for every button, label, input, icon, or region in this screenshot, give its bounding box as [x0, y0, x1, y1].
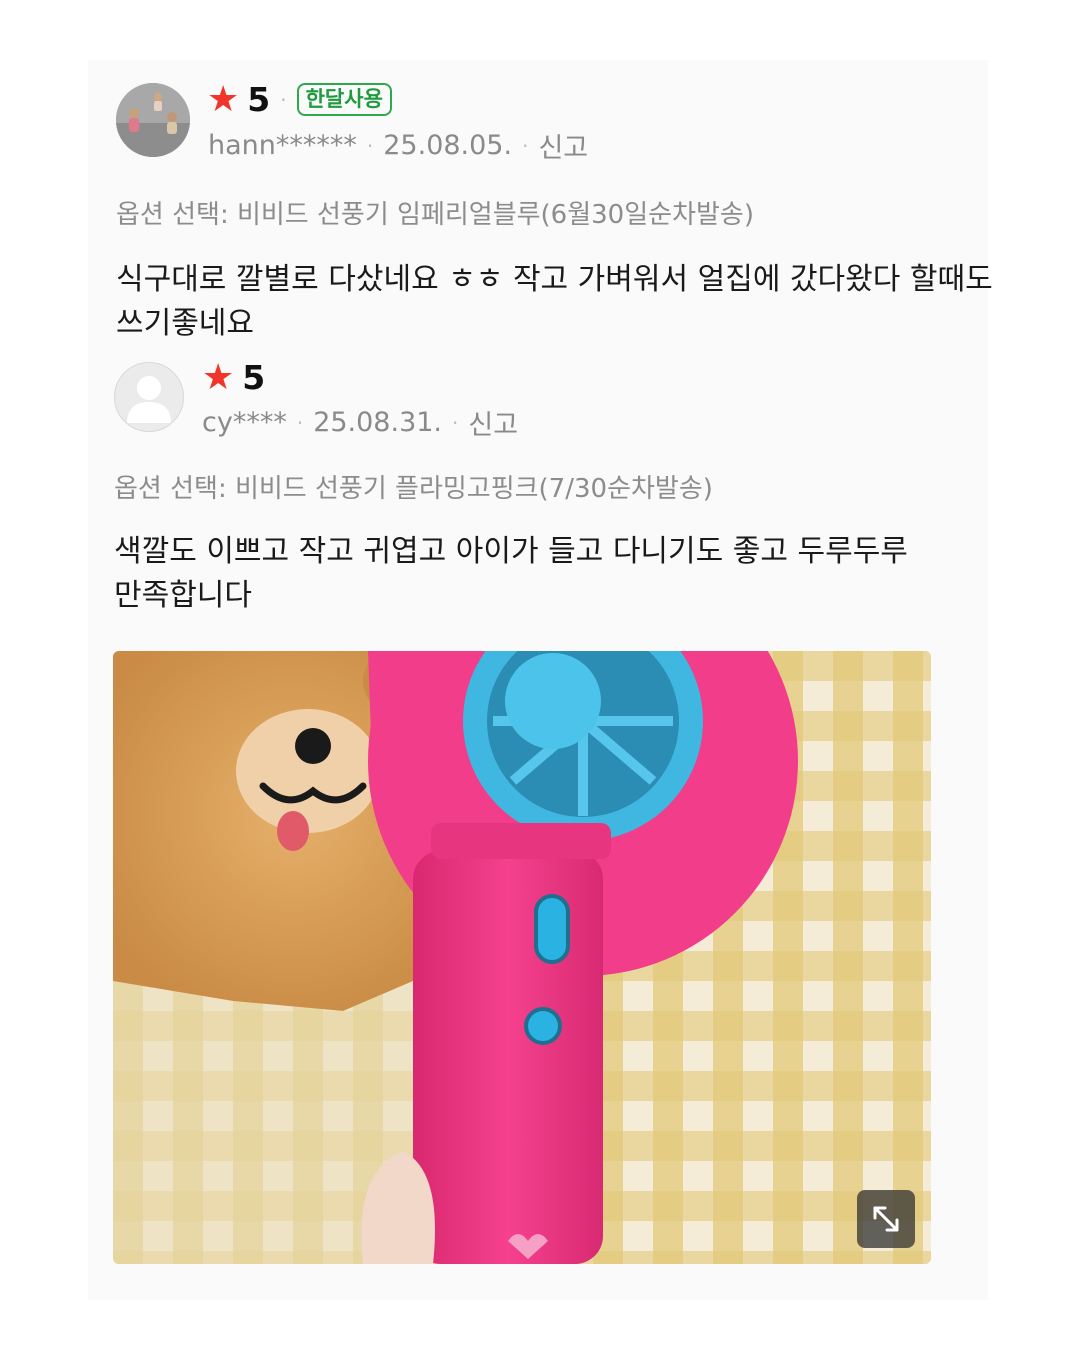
separator-dot: · [452, 410, 459, 435]
person-silhouette-icon [127, 376, 171, 423]
review-text: 식구대로 깔별로 다샀네요 ㅎㅎ 작고 가벼워서 얼집에 갔다왔다 할때도 쓰기… [116, 262, 993, 341]
review-date: 25.08.31. [313, 407, 443, 438]
separator-dot: · [280, 87, 287, 112]
review-photo[interactable] [113, 651, 931, 1264]
reviewer-avatar[interactable] [114, 362, 184, 432]
rating-row: ★ 5 [202, 358, 265, 397]
reviewer-avatar[interactable] [116, 83, 190, 157]
separator-dot: · [522, 133, 529, 158]
report-link[interactable]: 신고 [538, 126, 588, 165]
expand-button[interactable] [857, 1190, 915, 1248]
reviewer-username: cy**** [202, 407, 287, 438]
separator-dot: · [296, 410, 304, 435]
star-icon: ★ [202, 356, 235, 398]
usage-badge: 한달사용 [296, 83, 392, 116]
review-date: 25.08.05. [383, 130, 513, 161]
review-text: 색깔도 이쁘고 작고 귀엽고 아이가 들고 다니기도 좋고 두루두루 만족합니다 [114, 534, 908, 613]
separator-dot: · [366, 133, 374, 158]
review-meta: cy**** · 25.08.31. · 신고 [202, 403, 518, 442]
selected-option: 옵션 선택: 비비드 선풍기 플라밍고핑크(7/30순차발송) [114, 474, 713, 504]
report-link[interactable]: 신고 [468, 403, 518, 442]
rating-score: 5 [242, 358, 266, 397]
rating-row: ★ 5 · 한달사용 [207, 80, 392, 119]
selected-option: 옵션 선택: 비비드 선풍기 임페리얼블루(6월30일순차발송) [116, 200, 754, 230]
expand-icon [873, 1206, 899, 1232]
rating-score: 5 [247, 80, 271, 119]
review-meta: hann****** · 25.08.05. · 신고 [208, 126, 588, 165]
star-icon: ★ [207, 78, 240, 120]
reviewer-username: hann****** [208, 130, 357, 161]
fan-photo [113, 651, 931, 1264]
